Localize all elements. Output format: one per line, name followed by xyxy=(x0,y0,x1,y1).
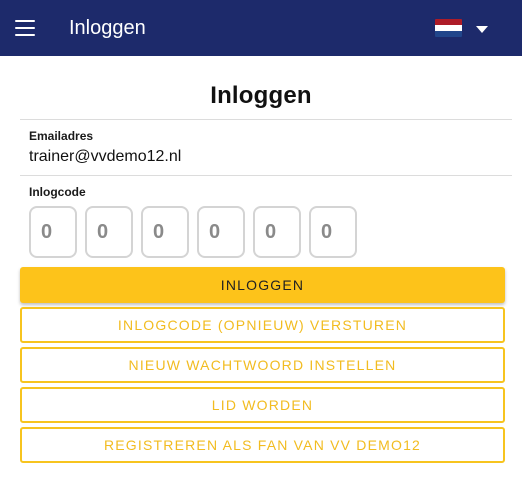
hamburger-menu-icon[interactable] xyxy=(15,20,35,36)
divider xyxy=(20,175,512,176)
email-field[interactable]: trainer@vvdemo12.nl xyxy=(29,148,181,166)
new-password-button[interactable]: NIEUW WACHTWOORD INSTELLEN xyxy=(20,347,505,383)
netherlands-flag-icon xyxy=(435,19,462,37)
login-code-digit-4[interactable] xyxy=(197,206,245,258)
divider xyxy=(20,119,512,120)
become-member-button[interactable]: LID WORDEN xyxy=(20,387,505,423)
app-bar: Inloggen xyxy=(0,0,522,56)
resend-code-button[interactable]: INLOGCODE (OPNIEUW) VERSTUREN xyxy=(20,307,505,343)
login-code-digit-2[interactable] xyxy=(85,206,133,258)
email-label: Emailadres xyxy=(29,129,94,143)
app-bar-title: Inloggen xyxy=(69,17,146,39)
register-fan-button[interactable]: REGISTREREN ALS FAN VAN VV DEMO12 xyxy=(20,427,505,463)
caret-down-icon xyxy=(476,26,488,33)
login-code-digit-6[interactable] xyxy=(309,206,357,258)
login-code-digit-3[interactable] xyxy=(141,206,189,258)
page-title: Inloggen xyxy=(210,82,312,109)
login-code-digit-5[interactable] xyxy=(253,206,301,258)
login-code-digit-1[interactable] xyxy=(29,206,77,258)
language-selector[interactable] xyxy=(435,18,495,40)
login-code-label: Inlogcode xyxy=(29,185,86,199)
login-button[interactable]: INLOGGEN xyxy=(20,267,505,303)
